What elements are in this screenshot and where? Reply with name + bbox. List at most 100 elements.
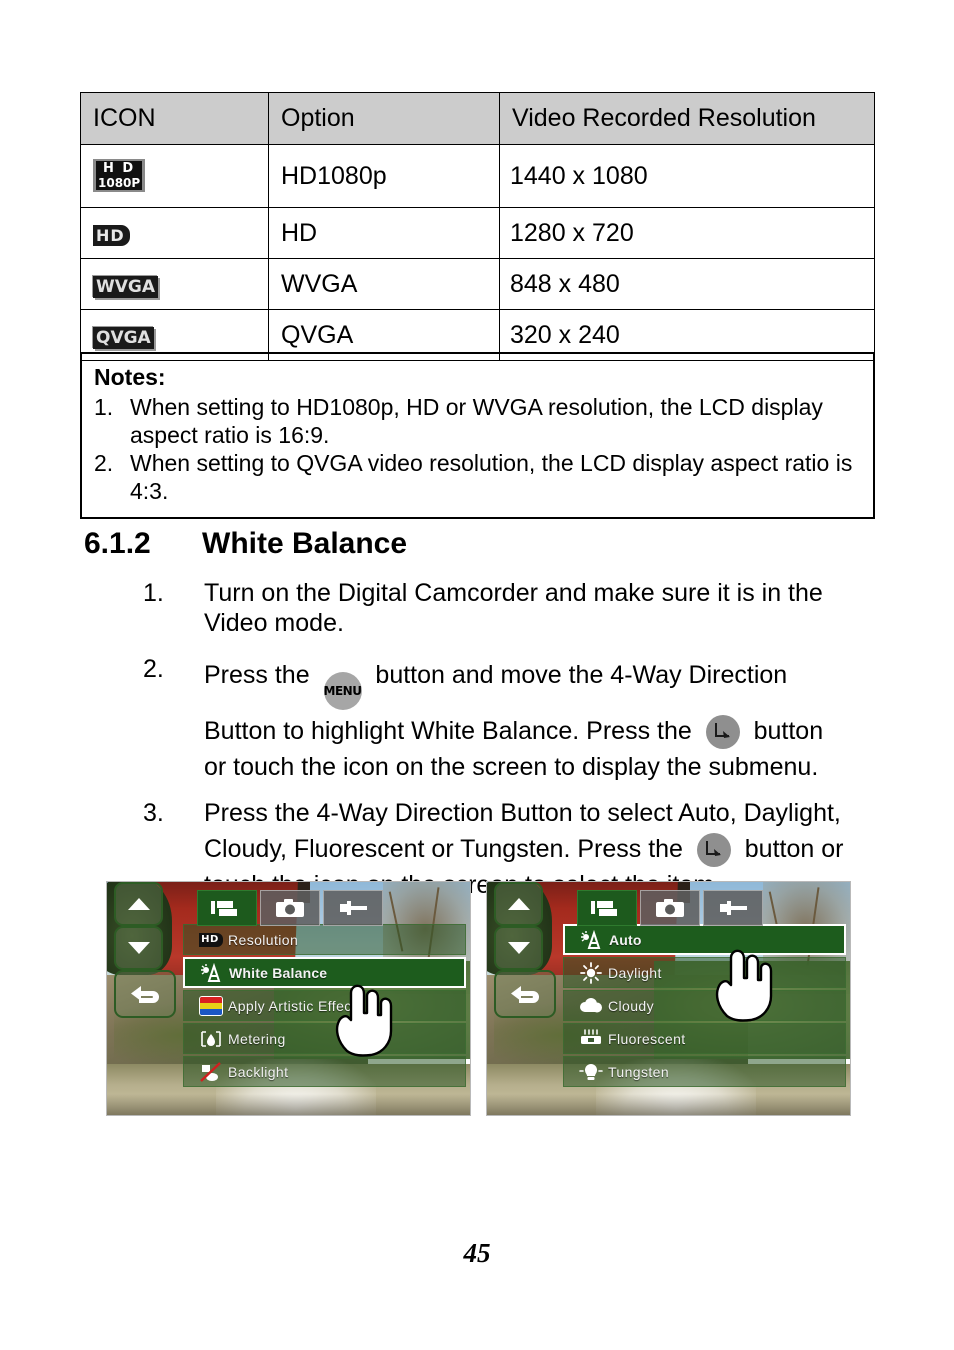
wb-item-daylight[interactable]: Daylight [563,957,846,988]
step-line: Video mode. [204,609,344,637]
fluorescent-tube-icon [574,1028,608,1049]
auto-wb-icon [575,929,609,950]
down-arrow-button[interactable] [494,926,543,970]
menu-item-label: Daylight [608,964,662,981]
menu-item-label: Tungsten [608,1063,670,1080]
wb-item-tungsten[interactable]: Tungsten [563,1056,846,1087]
video-icon [211,901,237,916]
note-line: When setting to HD1080p, HD or WVGA reso… [130,394,823,420]
wb-item-fluorescent[interactable]: Fluorescent [563,1023,846,1054]
menu-item-metering[interactable]: Metering [183,1023,466,1054]
lcd-screenshot-main-menu: HD Resolution White Balance Apply Artist… [106,881,471,1116]
section-number: 6.1.2 [84,527,151,560]
cell-resolution: 1280 x 720 [499,207,875,259]
note-line: When setting to QVGA video resolution, t… [130,450,830,476]
wb-item-cloudy[interactable]: Cloudy [563,990,846,1021]
step-number: 2. [143,655,164,683]
menu-item-resolution[interactable]: HD Resolution [183,924,466,955]
section-title: White Balance [202,527,408,560]
step-line: Press the 4-Way Direction Button to sele… [204,799,841,827]
step-body: Press the MENU button and move the 4-Way… [204,654,883,782]
lcd-side-buttons [494,882,556,1018]
down-arrow-icon [127,942,150,954]
wrench-icon [340,901,367,915]
lcd-tab-strip [197,890,383,926]
camera-tab[interactable] [640,890,700,926]
back-button[interactable] [494,970,556,1018]
metering-icon [194,1029,228,1049]
menu-item-label: Metering [228,1030,286,1047]
cell-option: WVGA [268,258,500,310]
down-arrow-icon [507,942,530,954]
settings-tab[interactable] [703,890,763,926]
up-arrow-button[interactable] [114,882,163,926]
lcd-white-balance-list: Auto Daylight Cloudy Fluorescent Tungste… [563,924,846,1087]
section-heading: 6.1.2 White Balance [84,527,407,561]
qvga-icon: QVGA [93,326,154,349]
note-number: 1. [94,394,114,420]
up-arrow-icon [507,898,530,910]
up-arrow-icon [127,898,150,910]
instruction-steps: 1. Turn on the Digital Camcorder and mak… [143,578,883,916]
back-arrow-icon [131,986,159,1003]
camera-tab[interactable] [260,890,320,926]
artistic-effect-icon [194,995,228,1016]
menu-item-label: Fluorescent [608,1030,686,1047]
hd-icon: HD [194,932,228,947]
step-text: button or [744,835,844,863]
down-arrow-button[interactable] [114,926,163,970]
table-row: HD HD 1280 x 720 [80,207,875,259]
step-text: Cloudy, Fluorescent or Tungsten. Press t… [204,835,683,863]
lcd-screenshot-white-balance-submenu: Auto Daylight Cloudy Fluorescent Tungste… [486,881,851,1116]
hd-icon: HD [93,224,130,246]
wvga-icon: WVGA [93,275,159,298]
ok-button-icon [696,833,731,867]
white-balance-icon [195,962,229,983]
column-header-icon: ICON [80,92,269,145]
menu-item-backlight[interactable]: Backlight [183,1056,466,1087]
settings-tab[interactable] [323,890,383,926]
pointing-hand-cursor [329,979,395,1062]
lcd-main-menu-list: HD Resolution White Balance Apply Artist… [183,924,466,1087]
menu-item-label: Resolution [228,931,299,948]
step-line: Cloudy, Fluorescent or Tungsten. Press t… [204,828,883,870]
step-text: button and move the 4-Way Direction [375,661,788,689]
video-tab[interactable] [197,890,257,926]
cell-resolution: 848 x 480 [499,258,875,310]
cell-option: HD1080p [268,144,500,208]
step-line: Turn on the Digital Camcorder and make s… [204,579,823,607]
video-tab[interactable] [577,890,637,926]
photo-bottom-shadow [487,1094,850,1115]
wb-item-auto[interactable]: Auto [563,924,846,955]
photo-bottom-shadow [107,1094,470,1115]
step-line: Press the MENU button and move the 4-Way… [204,654,883,710]
menu-item-label: Cloudy [608,997,654,1014]
ok-button-icon [705,715,740,749]
menu-item-label: Backlight [228,1063,289,1080]
lcd-side-buttons [114,882,176,1018]
table-row: WVGA WVGA 848 x 480 [80,258,875,310]
notes-box: Notes: 1. When setting to HD1080p, HD or… [80,352,875,519]
note-item: 1. When setting to HD1080p, HD or WVGA r… [94,393,861,449]
camera-icon [656,899,684,917]
back-button[interactable] [114,970,176,1018]
column-header-option: Option [268,92,500,145]
menu-item-white-balance[interactable]: White Balance [183,957,466,988]
wrench-icon [720,901,747,915]
video-resolution-table: ICON Option Video Recorded Resolution H … [80,92,875,361]
menu-button-icon: MENU [323,672,362,710]
note-number: 2. [94,450,114,476]
step-1: 1. Turn on the Digital Camcorder and mak… [143,578,883,638]
camera-icon [276,899,304,917]
backlight-icon [194,1061,228,1082]
sun-icon [574,961,608,984]
cell-icon-hd: HD [80,207,269,259]
lightbulb-icon [574,1061,608,1083]
note-line: aspect ratio is 16:9. [130,422,330,448]
up-arrow-button[interactable] [494,882,543,926]
step-number: 1. [143,579,164,607]
step-line: or touch the icon on the screen to displ… [204,753,819,781]
cell-option: HD [268,207,500,259]
menu-item-label: White Balance [229,964,328,981]
menu-item-apply-artistic-effect[interactable]: Apply Artistic Effect [183,990,466,1021]
